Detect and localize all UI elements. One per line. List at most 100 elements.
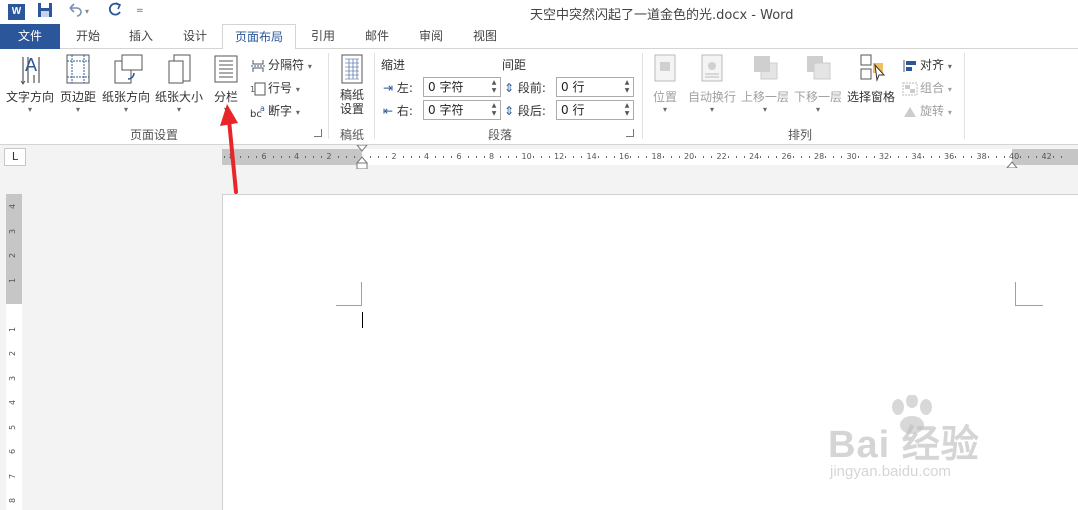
ruler-minor-tick	[337, 156, 339, 158]
tab-selector-button[interactable]: L	[4, 148, 26, 166]
indent-left-input[interactable]: 0 字符 ▲ ▼	[423, 77, 501, 97]
tab-design[interactable]: 设计	[168, 24, 222, 49]
ruler-minor-tick	[500, 156, 502, 158]
selection-pane-icon	[857, 53, 886, 83]
tab-review[interactable]: 审阅	[404, 24, 458, 49]
selection-pane-button[interactable]: 选择窗格	[846, 53, 896, 105]
ruler-minor-tick	[451, 156, 453, 158]
manuscript-settings-button[interactable]: 稿纸 设置	[334, 53, 370, 116]
ruler-tick-label: 10	[521, 152, 532, 161]
red-arrow-annotation	[220, 104, 238, 194]
page-setup-group-label: 页面设置	[130, 128, 179, 142]
ruler-minor-tick	[662, 156, 664, 158]
top-right-margin-mark	[1015, 282, 1043, 306]
tab-file[interactable]: 文件	[0, 24, 60, 49]
page-setup-launcher-icon[interactable]	[314, 129, 322, 137]
ruler-minor-tick	[540, 156, 542, 158]
text-cursor	[362, 312, 363, 328]
tab-home[interactable]: 开始	[62, 24, 114, 49]
send-backward-button[interactable]: 下移一层 ▾	[793, 53, 843, 115]
ruler-minor-tick	[313, 156, 315, 158]
margins-label: 页边距	[59, 90, 96, 104]
ruler-minor-tick	[678, 156, 680, 158]
vertical-ruler[interactable]: 4 3 2 1 1 2 3 4 5 6 7 8	[6, 194, 22, 510]
bring-forward-button[interactable]: 上移一层 ▾	[740, 53, 790, 115]
tab-insert[interactable]: 插入	[114, 24, 168, 49]
ruler-tick-label: 28	[814, 152, 825, 161]
ruler-minor-tick	[833, 156, 835, 158]
ruler-minor-tick	[711, 156, 713, 158]
orientation-button[interactable]: 纸张方向 ▾	[100, 53, 152, 115]
manuscript-icon	[338, 53, 366, 84]
line-numbers-icon: 1	[250, 82, 266, 96]
ruler-minor-tick	[971, 156, 973, 158]
spacing-after-label: ⇕ 段后:	[504, 102, 546, 119]
ruler-minor-tick	[483, 156, 485, 158]
tab-page-layout[interactable]: 页面布局	[222, 24, 296, 50]
spacing-before-text: 段前:	[517, 81, 546, 95]
spinner-arrows-icon[interactable]: ▲ ▼	[622, 79, 632, 95]
send-backward-icon	[804, 53, 832, 83]
ruler-minor-tick	[1060, 156, 1062, 158]
spinner-arrows-icon[interactable]: ▲ ▼	[622, 102, 632, 118]
right-indent-marker-icon[interactable]	[1005, 157, 1019, 169]
ruler-minor-tick	[508, 156, 510, 158]
ruler-minor-tick	[1036, 156, 1038, 158]
horizontal-ruler[interactable]: 8 6 4 2 2 4 6 8 10 12 14 16 18 20 22 24 26 28 30 32 34 36 38 40…	[222, 144, 1078, 170]
ruler-minor-tick	[402, 156, 404, 158]
ruler-minor-tick	[841, 156, 843, 158]
position-button[interactable]: 位置 ▾	[648, 53, 682, 115]
columns-icon	[212, 53, 240, 83]
undo-icon[interactable]	[66, 2, 82, 22]
tab-mailings[interactable]: 邮件	[350, 24, 404, 49]
ruler-tick-label: 32	[879, 152, 890, 161]
chevron-down-icon: ▾	[815, 105, 820, 114]
word-app-icon[interactable]: W	[8, 4, 25, 20]
ruler-tick-label: 36	[944, 152, 955, 161]
indent-right-input[interactable]: 0 字符 ▲ ▼	[423, 100, 501, 120]
tab-view[interactable]: 视图	[458, 24, 512, 49]
chevron-down-icon: ▾	[295, 108, 300, 117]
spacing-after-input[interactable]: 0 行 ▲ ▼	[556, 100, 634, 120]
save-icon[interactable]	[37, 2, 53, 22]
text-direction-button[interactable]: A 文字方向 ▾	[4, 53, 56, 115]
paragraph-launcher-icon[interactable]	[626, 129, 634, 137]
ruler-minor-tick	[670, 156, 672, 158]
align-button[interactable]: 对齐 ▾	[902, 55, 952, 75]
ruler-tick-label: 4	[424, 152, 430, 161]
orientation-label: 纸张方向	[101, 90, 150, 104]
ruler-minor-tick	[695, 156, 697, 158]
manuscript-label-line1: 稿纸	[339, 88, 364, 102]
ruler-minor-tick	[825, 156, 827, 158]
margins-button[interactable]: 页边距 ▾	[58, 53, 98, 115]
ribbon-tabs: 文件 开始 插入 设计 页面布局 引用 邮件 审阅 视图	[0, 24, 1078, 50]
wrap-text-button[interactable]: 自动换行 ▾	[686, 53, 738, 115]
indent-marker-icon[interactable]	[355, 144, 369, 170]
spacing-before-input[interactable]: 0 行 ▲ ▼	[556, 77, 634, 97]
indent-right-value: 0 字符	[428, 103, 464, 117]
customize-icon[interactable]: =	[136, 6, 144, 16]
ruler-minor-tick	[256, 156, 258, 158]
ruler-minor-tick	[995, 156, 997, 158]
breaks-button[interactable]: 分隔符 ▾	[250, 55, 312, 75]
group-button[interactable]: 组合 ▾	[902, 78, 952, 98]
ruler-minor-tick	[321, 156, 323, 158]
spinner-arrows-icon[interactable]: ▲ ▼	[489, 79, 499, 95]
size-button[interactable]: 纸张大小 ▾	[154, 53, 204, 115]
hyphenation-button[interactable]: bc a 断字 ▾	[250, 101, 300, 121]
ruler-tick-label: 4	[294, 152, 300, 161]
align-icon	[902, 59, 918, 73]
rotate-button[interactable]: 旋转 ▾	[902, 101, 952, 121]
margins-icon	[64, 53, 92, 84]
ruler-tick-label: 24	[749, 152, 760, 161]
ruler-tick-label: 12	[554, 152, 565, 161]
ruler-minor-tick	[768, 156, 770, 158]
ruler-minor-tick	[646, 156, 648, 158]
undo-dropdown-icon[interactable]: ▾	[85, 7, 89, 16]
tab-references[interactable]: 引用	[296, 24, 350, 49]
spinner-arrows-icon[interactable]: ▲ ▼	[489, 102, 499, 118]
rotate-label: 旋转	[920, 104, 945, 118]
line-numbers-button[interactable]: 1 行号 ▾	[250, 78, 300, 98]
chevron-down-icon: ▾	[176, 105, 181, 114]
redo-icon[interactable]	[107, 2, 123, 22]
